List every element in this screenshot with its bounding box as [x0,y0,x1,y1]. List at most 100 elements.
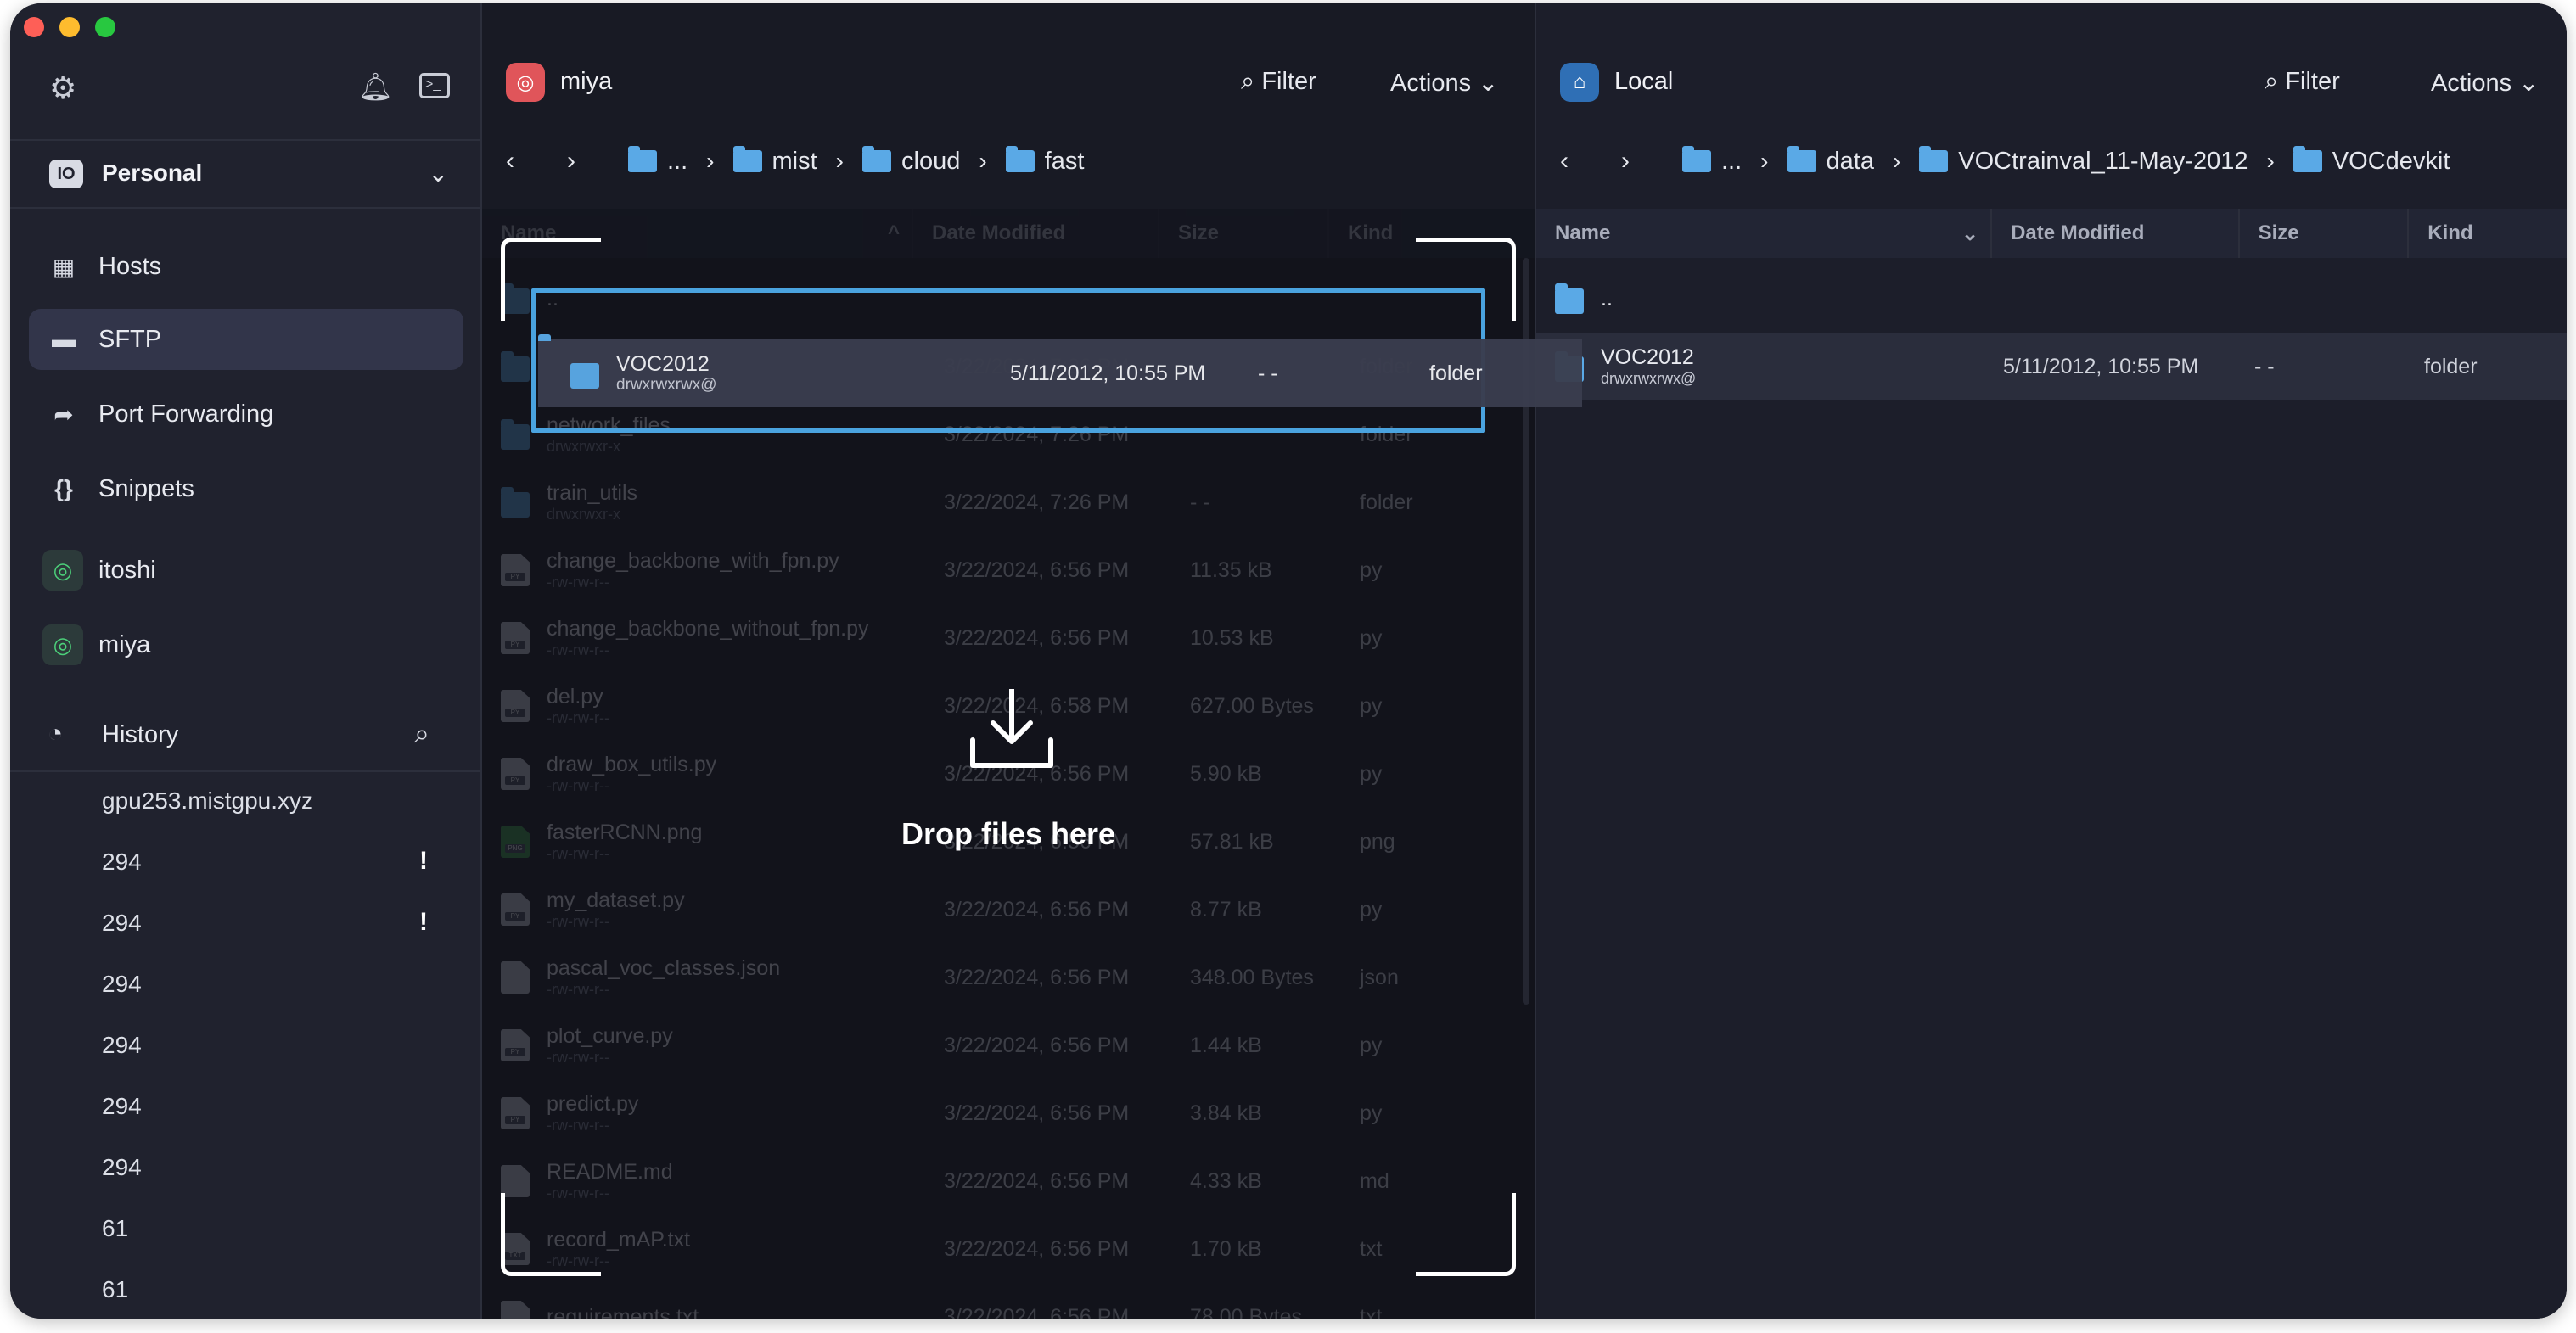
column-label: Size [2258,221,2299,244]
folder-icon [1555,283,1584,314]
actions-label: Actions [1390,70,1472,97]
history-item[interactable]: 294 [102,849,142,876]
drop-zone-corner [501,1193,601,1276]
file-permissions: drwxrwxrwx@ [1601,370,1697,387]
host-label: itoshi [98,556,156,584]
breadcrumb: ‹ › ... › mist › cloud › fast [482,131,1535,192]
breadcrumb-label: VOCtrainval_11-May-2012 [1958,147,2248,175]
drag-name-block: VOC2012 drwxrwxrwx@ [616,352,717,395]
kind-cell: folder [2424,354,2478,378]
column-label: Date Modified [2011,221,2145,244]
breadcrumb-item[interactable]: fast [1005,146,1085,176]
folder-icon [1005,146,1035,172]
history-item[interactable]: gpu253.mistgpu.xyz [102,787,313,815]
chevron-right-icon: › [1892,148,1901,174]
actions-button[interactable]: Actions ⌄ [1390,68,1498,98]
filter-button[interactable]: ⌕ Filter [1241,68,1316,96]
port-forwarding-icon: ➦ [53,400,74,428]
folder-icon: ▬ [52,326,76,352]
folder-icon [732,146,762,172]
drop-hint-text: Drop files here [901,816,1116,851]
breadcrumb-item[interactable]: ... [628,146,688,176]
breadcrumb-item[interactable]: data [1787,146,1874,176]
breadcrumb-item[interactable]: mist [732,146,817,176]
history-item[interactable]: 61 [102,1276,128,1303]
forward-arrow-icon[interactable]: › [1621,147,1682,176]
terminal-icon[interactable]: >_ [419,73,450,98]
host-item-itoshi[interactable]: ◎ itoshi [29,540,463,601]
nav-label: Port Forwarding [98,400,274,428]
nav-item-sftp[interactable]: ▬ SFTP [29,309,463,370]
table-row[interactable]: .. [1536,265,2567,333]
ubuntu-icon: ◎ [506,63,545,102]
back-arrow-icon[interactable]: ‹ [506,147,567,176]
size-cell: - - [1258,361,1278,385]
snippets-icon: {} [54,475,73,501]
breadcrumb-item[interactable]: ... [1682,146,1743,176]
chevron-right-icon: › [979,148,987,174]
folder-icon [1787,146,1816,172]
chevron-right-icon: › [2266,148,2275,174]
column-header-date[interactable]: Date Modified [1992,209,2240,258]
breadcrumb-label: ... [667,147,688,175]
breadcrumb-item[interactable]: cloud [862,146,960,176]
file-name: .. [1601,287,1613,311]
column-label: Name [1555,221,1611,244]
minimize-window-button[interactable] [59,17,80,37]
file-name: VOC2012 [616,352,710,376]
breadcrumb: ‹ › ... › data › VOCtrainval_11-May-2012… [1536,131,2567,192]
filter-label: Filter [1261,68,1316,95]
history-label: History [102,721,179,748]
breadcrumb-label: fast [1044,147,1085,175]
chevron-right-icon: › [835,148,844,174]
vault-icon: IO [49,160,83,188]
folder-icon [570,363,599,389]
nav-label: Snippets [98,474,194,502]
notification-bell-icon[interactable]: 🔔︎ [358,73,393,100]
history-item[interactable]: 61 [102,1215,128,1242]
breadcrumb-item[interactable]: VOCtrainval_11-May-2012 [1919,146,2248,176]
nav-item-hosts[interactable]: ▦ Hosts [29,236,463,297]
nav-item-snippets[interactable]: {} Snippets [29,458,463,519]
breadcrumb-label: ... [1721,147,1743,175]
actions-label: Actions [2431,70,2512,97]
history-item[interactable]: 294 [102,1154,142,1181]
breadcrumb-label: VOCdevkit [2332,147,2450,175]
table-row[interactable]: VOC2012 drwxrwxrwx@ 5/11/2012, 10:55 PM … [1536,333,2567,400]
actions-button[interactable]: Actions ⌄ [2431,68,2539,98]
folder-icon [1919,146,1949,172]
close-window-button[interactable] [24,17,44,37]
forward-arrow-icon[interactable]: › [567,147,628,176]
column-header-size[interactable]: Size [2240,209,2410,258]
settings-gear-icon[interactable]: ⚙ [49,73,76,104]
zoom-window-button[interactable] [95,17,115,37]
history-item[interactable]: 294 [102,1093,142,1120]
breadcrumb-label: mist [772,147,817,175]
vault-selector[interactable]: IO Personal ⌄ [10,139,480,209]
file-name: VOC2012 [1601,345,1694,369]
breadcrumb-label: data [1826,147,1874,175]
search-icon[interactable]: ⌕ [414,718,429,750]
history-item[interactable]: 294 [102,971,142,998]
history-item[interactable]: 294 [102,910,142,937]
dragged-item[interactable]: VOC2012 drwxrwxrwx@ 5/11/2012, 10:55 PM … [538,339,1582,407]
date-cell: 5/11/2012, 10:55 PM [1010,361,1206,385]
local-pane-header: ⌂ Local ⌕ Filter Actions ⌄ [1536,3,2567,131]
folder-icon [2293,146,2322,172]
remote-pane-header: ◎ miya ⌕ Filter Actions ⌄ [482,3,1535,131]
ubuntu-icon: ◎ [42,624,83,665]
filter-button[interactable]: ⌕ Filter [2265,68,2340,96]
host-item-miya[interactable]: ◎ miya [29,614,463,675]
host-label: miya [98,630,151,658]
column-header-kind[interactable]: Kind [2409,209,2567,258]
history-item[interactable]: 294 [102,1032,142,1059]
back-arrow-icon[interactable]: ‹ [1560,147,1621,176]
chevron-down-icon: ⌄ [2518,70,2540,97]
download-icon [970,689,1053,768]
breadcrumb-item[interactable]: VOCdevkit [2293,146,2450,176]
chevron-right-icon: › [1760,148,1769,174]
nav-item-port-forwarding[interactable]: ➦ Port Forwarding [29,384,463,445]
chevron-down-icon: ⌄ [1478,70,1499,97]
column-header-name[interactable]: Name ⌄ [1536,209,1993,258]
local-pane: ⌂ Local ⌕ Filter Actions ⌄ ‹ › ... › dat… [1535,3,2567,1319]
